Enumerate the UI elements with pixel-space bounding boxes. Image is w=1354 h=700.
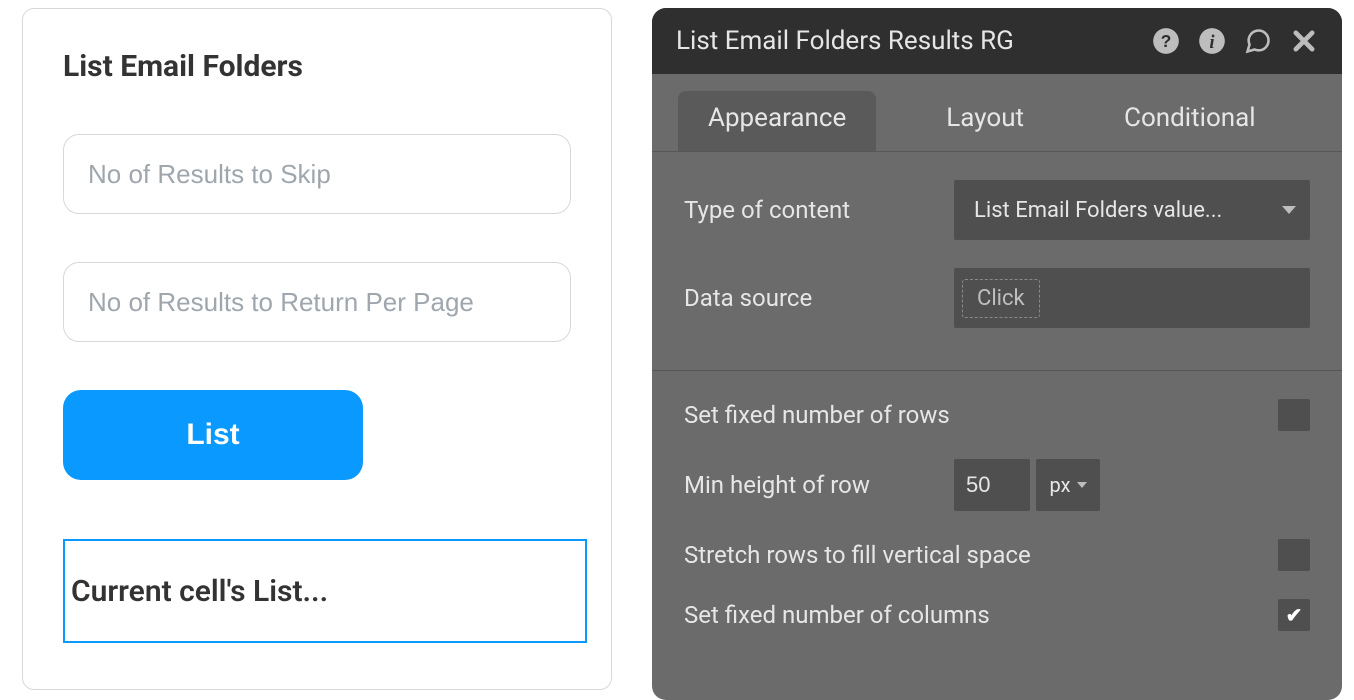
- header-icons: ? i: [1152, 27, 1318, 55]
- left-form-panel: List Email Folders List Current cell's L…: [22, 8, 612, 690]
- type-of-content-value: List Email Folders value...: [974, 198, 1222, 223]
- section-layout-props: Set fixed number of rows Min height of r…: [652, 371, 1342, 651]
- comment-icon[interactable]: [1244, 27, 1272, 55]
- fixed-cols-label: Set fixed number of columns: [684, 601, 1278, 629]
- row-fixed-rows: Set fixed number of rows: [684, 399, 1310, 431]
- property-editor-header: List Email Folders Results RG ? i: [652, 8, 1342, 74]
- tabs: Appearance Layout Conditional: [652, 74, 1342, 152]
- row-type-of-content: Type of content List Email Folders value…: [684, 180, 1310, 240]
- close-icon[interactable]: [1290, 27, 1318, 55]
- svg-text:?: ?: [1161, 31, 1172, 51]
- current-cell-box[interactable]: Current cell's List...: [63, 539, 587, 643]
- property-editor-title: List Email Folders Results RG: [676, 26, 1152, 56]
- form-title: List Email Folders: [63, 49, 571, 84]
- property-editor-panel: List Email Folders Results RG ? i Appear…: [652, 8, 1342, 700]
- row-min-height: Min height of row px: [684, 459, 1310, 511]
- row-stretch: Stretch rows to fill vertical space: [684, 539, 1310, 571]
- return-per-page-input[interactable]: [63, 262, 571, 342]
- min-height-input[interactable]: [954, 459, 1030, 511]
- min-height-unit: px: [1049, 473, 1070, 497]
- type-of-content-dropdown[interactable]: List Email Folders value...: [954, 180, 1310, 240]
- data-source-label: Data source: [684, 284, 954, 312]
- tab-appearance[interactable]: Appearance: [678, 91, 876, 151]
- tab-layout[interactable]: Layout: [916, 91, 1054, 151]
- data-source-field[interactable]: Click: [954, 268, 1310, 328]
- fixed-cols-checkbox[interactable]: [1278, 599, 1310, 631]
- chevron-down-icon: [1077, 482, 1087, 488]
- chevron-down-icon: [1282, 206, 1296, 214]
- list-button[interactable]: List: [63, 390, 363, 480]
- row-data-source: Data source Click: [684, 268, 1310, 328]
- data-source-click-pill[interactable]: Click: [962, 279, 1040, 318]
- stretch-checkbox[interactable]: [1278, 539, 1310, 571]
- skip-input[interactable]: [63, 134, 571, 214]
- help-icon[interactable]: ?: [1152, 27, 1180, 55]
- section-data: Type of content List Email Folders value…: [652, 152, 1342, 360]
- stretch-label: Stretch rows to fill vertical space: [684, 541, 1278, 569]
- current-cell-text: Current cell's List...: [71, 574, 328, 609]
- tab-conditional[interactable]: Conditional: [1094, 91, 1286, 151]
- min-height-unit-select[interactable]: px: [1036, 459, 1100, 511]
- type-of-content-label: Type of content: [684, 196, 954, 224]
- min-height-label: Min height of row: [684, 471, 954, 499]
- fixed-rows-checkbox[interactable]: [1278, 399, 1310, 431]
- row-fixed-cols: Set fixed number of columns: [684, 599, 1310, 631]
- info-icon[interactable]: i: [1198, 27, 1226, 55]
- svg-text:i: i: [1209, 32, 1215, 53]
- fixed-rows-label: Set fixed number of rows: [684, 401, 1278, 429]
